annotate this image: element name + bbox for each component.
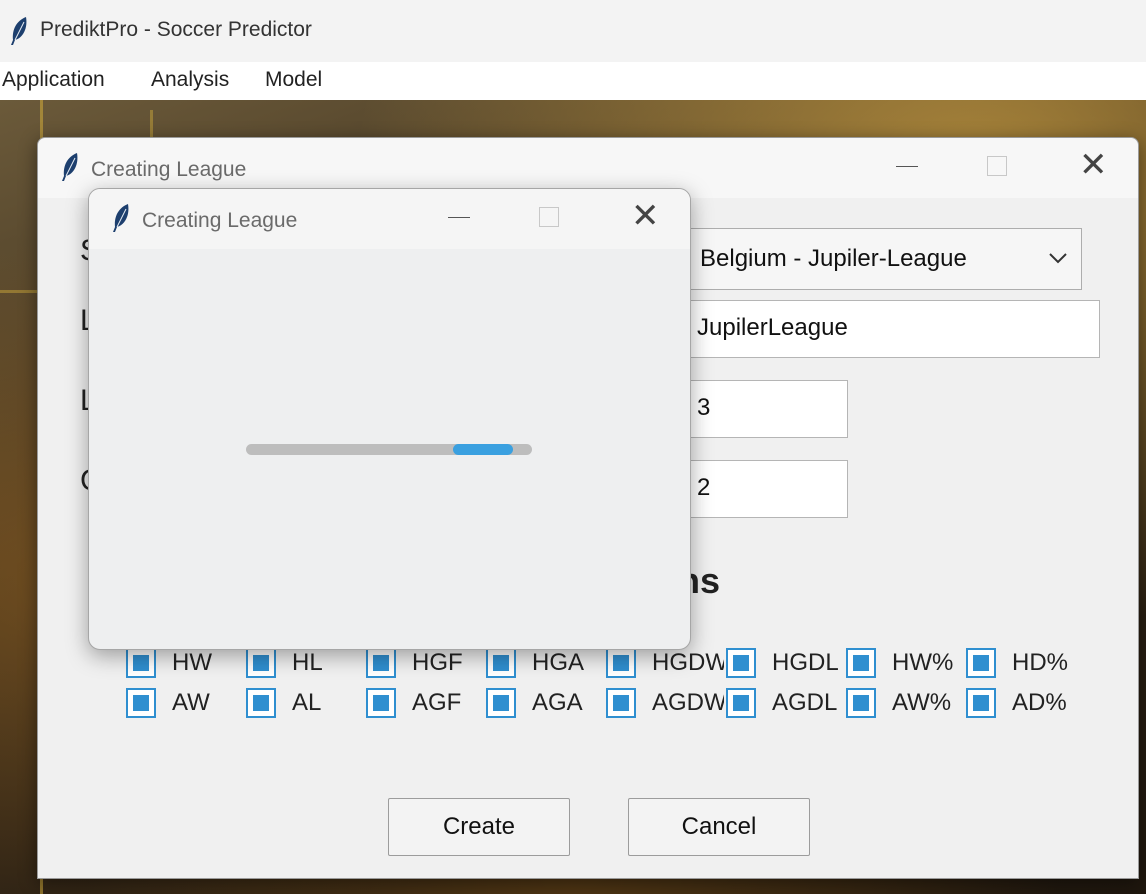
progress-bar <box>246 444 532 455</box>
minimize-button[interactable] <box>896 166 918 167</box>
close-button[interactable]: ✕ <box>1079 148 1108 182</box>
field-4-value: 2 <box>697 474 711 501</box>
league-name-value: JupilerLeague <box>697 314 848 341</box>
progress-dialog-title: Creating League <box>142 209 298 232</box>
checkbox-ad-pct[interactable]: AD% <box>966 688 1116 722</box>
checkbox-box <box>486 648 516 678</box>
feather-icon <box>113 204 129 232</box>
checkbox-label: AGF <box>412 689 462 716</box>
checkbox-label: HW% <box>892 649 954 676</box>
maximize-button[interactable] <box>987 156 1007 176</box>
feather-icon <box>62 153 78 181</box>
field-3-input[interactable]: 3 <box>688 380 848 438</box>
checkbox-box <box>966 648 996 678</box>
checkbox-label: HD% <box>1012 649 1069 676</box>
app-title: PrediktPro - Soccer Predictor <box>40 18 312 41</box>
cancel-button[interactable]: Cancel <box>628 798 810 856</box>
chevron-down-icon <box>1049 253 1067 264</box>
checkbox-box <box>246 688 276 718</box>
league-select[interactable]: Belgium - Jupiler-League <box>688 228 1082 290</box>
checkbox-box <box>606 648 636 678</box>
checkbox-label: HW <box>172 649 212 676</box>
checkbox-label: AW <box>172 689 210 716</box>
checkbox-box <box>726 688 756 718</box>
feather-icon <box>11 17 27 45</box>
checkbox-box <box>246 648 276 678</box>
create-button[interactable]: Create <box>388 798 570 856</box>
minimize-button[interactable] <box>448 217 470 218</box>
checkbox-box <box>126 648 156 678</box>
league-name-input[interactable]: JupilerLeague <box>688 300 1100 358</box>
checkbox-box <box>366 688 396 718</box>
checkbox-box <box>606 688 636 718</box>
app-titlebar: PrediktPro - Soccer Predictor <box>0 0 1146 62</box>
dialog-title: Creating League <box>91 158 247 181</box>
checkbox-label: AGDW <box>652 689 724 716</box>
progress-dialog: Creating League ✕ <box>88 188 691 650</box>
checkbox-label: AGA <box>532 689 583 716</box>
field-3-value: 3 <box>697 394 711 421</box>
menubar: Application Analysis Model <box>0 62 1146 100</box>
checkbox-box <box>966 688 996 718</box>
maximize-button[interactable] <box>539 207 559 227</box>
checkbox-label: HGDL <box>772 649 839 676</box>
checkbox-box <box>846 648 876 678</box>
checkbox-box <box>126 688 156 718</box>
checkbox-label: AW% <box>892 689 952 716</box>
checkbox-label: HL <box>292 649 323 676</box>
checkbox-label: AD% <box>1012 689 1067 716</box>
checkbox-label: HGA <box>532 649 585 676</box>
menu-model[interactable]: Model <box>263 68 324 92</box>
checkbox-hd-pct[interactable]: HD% <box>966 648 1116 682</box>
checkbox-box <box>486 688 516 718</box>
checkbox-label: HGF <box>412 649 463 676</box>
league-select-value: Belgium - Jupiler-League <box>700 245 967 272</box>
menu-application[interactable]: Application <box>0 68 107 92</box>
checkbox-box <box>366 648 396 678</box>
field-4-input[interactable]: 2 <box>688 460 848 518</box>
checkbox-box <box>726 648 756 678</box>
checkbox-label: HGDW <box>652 649 724 676</box>
checkbox-label: AL <box>292 689 322 716</box>
progress-bar-indicator <box>453 444 513 455</box>
progress-dialog-titlebar: Creating League ✕ <box>89 189 690 249</box>
close-button[interactable]: ✕ <box>631 199 660 233</box>
menu-analysis[interactable]: Analysis <box>149 68 231 92</box>
checkbox-box <box>846 688 876 718</box>
checkbox-label: AGDL <box>772 689 838 716</box>
